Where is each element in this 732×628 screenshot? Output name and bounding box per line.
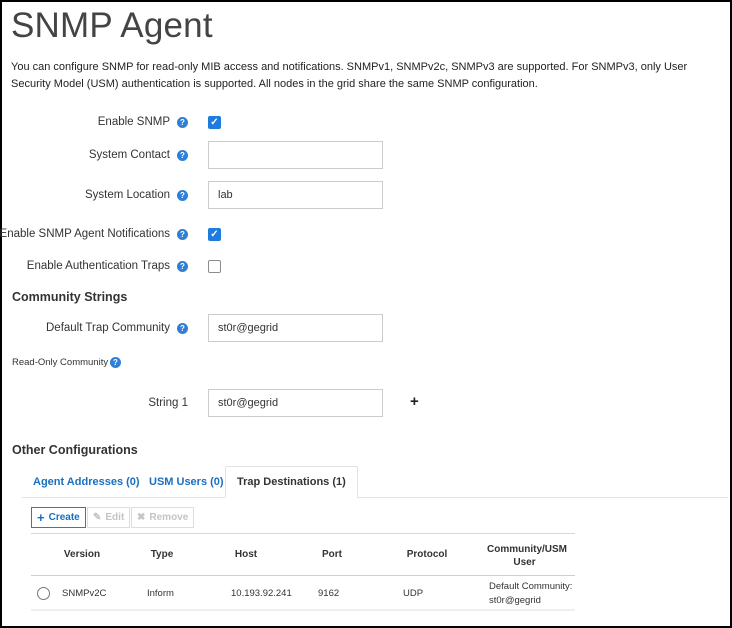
cell-protocol: UDP <box>403 588 424 599</box>
page-title: SNMP Agent <box>11 6 213 45</box>
help-icon[interactable]: ? <box>177 189 188 201</box>
config-tabs: Agent Addresses (0) USM Users (0) Trap D… <box>22 466 728 498</box>
edit-button[interactable]: ✎ Edit <box>87 507 131 528</box>
help-icon[interactable]: ? <box>177 149 188 161</box>
default-trap-community-label: Default Trap Community <box>46 322 170 334</box>
cell-type: Inform <box>147 588 174 599</box>
enable-notifications-label: Enable SNMP Agent Notifications <box>0 228 170 240</box>
divider <box>31 533 575 534</box>
default-trap-community-row: Default Trap Community ? <box>2 313 402 343</box>
enable-auth-traps-row: Enable Authentication Traps ? <box>2 251 402 281</box>
check-icon: ✓ <box>210 116 219 128</box>
cell-version: SNMPv2C <box>62 588 107 599</box>
string-1-label: String 1 <box>148 397 188 409</box>
check-icon: ✓ <box>210 228 219 240</box>
tab-usm-users[interactable]: USM Users (0) <box>138 466 235 497</box>
community-strings-heading: Community Strings <box>12 290 128 304</box>
remove-button[interactable]: ✖ Remove <box>131 507 195 528</box>
enable-notifications-row: Enable SNMP Agent Notifications ? ✓ <box>0 219 402 249</box>
column-header-host: Host <box>234 549 258 560</box>
column-header-port: Port <box>322 549 342 560</box>
plus-icon: + <box>410 393 419 410</box>
help-icon[interactable]: ? <box>177 116 188 128</box>
cell-community-line2: st0r@gegrid <box>489 595 541 606</box>
system-location-row: System Location ? <box>2 180 402 210</box>
string-1-input[interactable] <box>208 389 383 417</box>
help-icon[interactable]: ? <box>110 357 121 368</box>
help-icon[interactable]: ? <box>177 322 188 334</box>
plus-icon: + <box>37 510 45 525</box>
enable-notifications-checkbox[interactable]: ✓ <box>208 227 221 241</box>
cell-host: 10.193.92.241 <box>231 588 292 599</box>
create-label: Create <box>48 512 80 523</box>
help-icon[interactable]: ? <box>177 260 188 272</box>
system-contact-row: System Contact ? <box>2 140 402 170</box>
tab-trap-destinations[interactable]: Trap Destinations (1) <box>225 466 358 498</box>
column-header-protocol: Protocol <box>406 549 448 560</box>
help-icon[interactable]: ? <box>177 228 188 240</box>
page-description: You can configure SNMP for read-only MIB… <box>11 61 688 90</box>
string-1-row: String 1 + <box>2 388 442 418</box>
x-mark-icon: ✖ <box>137 512 146 523</box>
cell-community-line1: Default Community: <box>489 581 573 592</box>
system-location-label: System Location <box>84 189 170 201</box>
enable-snmp-checkbox[interactable]: ✓ <box>208 115 221 129</box>
default-trap-community-input[interactable] <box>208 314 383 342</box>
enable-snmp-row: Enable SNMP ? ✓ <box>2 107 402 137</box>
column-header-community: Community/USM User <box>487 544 567 568</box>
enable-auth-traps-label: Enable Authentication Traps <box>26 260 170 272</box>
system-contact-label: System Contact <box>88 149 170 161</box>
read-only-community-label: Read-Only Community <box>12 357 109 368</box>
system-contact-input[interactable] <box>208 141 383 169</box>
enable-auth-traps-checkbox[interactable] <box>208 259 221 273</box>
column-header-type: Type <box>150 549 174 560</box>
table-row-divider <box>31 609 575 611</box>
enable-snmp-label: Enable SNMP <box>97 116 170 128</box>
column-header-version: Version <box>63 549 101 560</box>
cell-port: 9162 <box>318 588 340 599</box>
table-header-divider <box>31 575 575 576</box>
system-location-input[interactable] <box>208 181 383 209</box>
tab-agent-addresses[interactable]: Agent Addresses (0) <box>22 466 151 497</box>
remove-label: Remove <box>149 512 189 523</box>
pencil-icon: ✎ <box>93 512 102 523</box>
row-select-radio[interactable] <box>37 587 50 600</box>
edit-label: Edit <box>105 512 125 523</box>
other-configurations-heading: Other Configurations <box>12 443 138 457</box>
add-string-button[interactable]: + <box>410 393 419 410</box>
create-button[interactable]: + Create <box>31 507 86 528</box>
